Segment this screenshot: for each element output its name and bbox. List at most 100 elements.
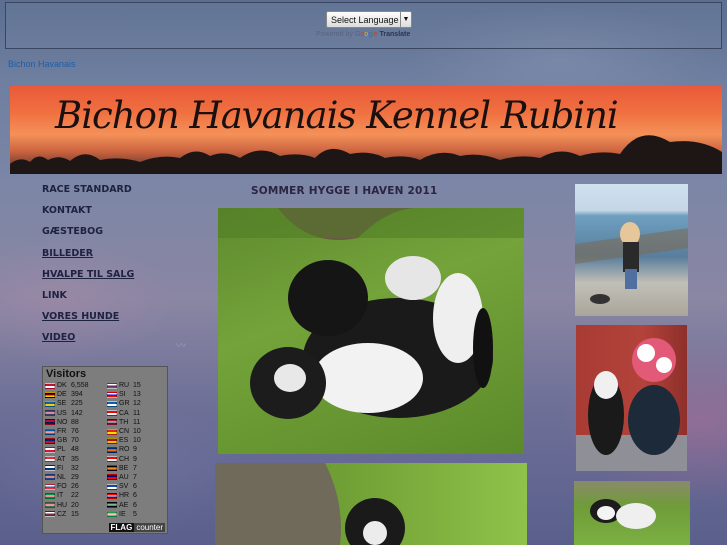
flag-cz-icon	[45, 511, 55, 518]
nav-gaestebog[interactable]: GÆSTEBOG	[42, 226, 134, 247]
visitor-count: 88	[71, 418, 79, 426]
country-code: SE	[57, 400, 67, 408]
flag-se-icon	[45, 400, 55, 407]
flag-ie-icon	[107, 511, 117, 518]
country-code: GR	[119, 400, 130, 408]
tree-puppy-illustration	[215, 463, 405, 545]
photo-dog-flowerpot[interactable]	[576, 325, 687, 471]
visitor-count: 6	[133, 492, 137, 500]
flag-hu-icon	[45, 502, 55, 509]
visitor-count: 12	[133, 400, 141, 408]
counter-row: NL 29	[45, 473, 107, 482]
visitor-count: 22	[71, 492, 79, 500]
visitor-count: 70	[71, 437, 79, 445]
country-code: CH	[119, 455, 130, 463]
counter-row: SI 13	[107, 390, 169, 399]
chevron-down-icon: ▼	[400, 12, 411, 27]
counter-row: PL 48	[45, 445, 107, 454]
flag-ca-icon	[107, 410, 117, 417]
country-code: CZ	[57, 510, 67, 518]
visitor-count: 35	[71, 455, 79, 463]
country-code: PL	[57, 446, 66, 454]
counter-row: AT 35	[45, 455, 107, 464]
nav-video[interactable]: VIDEO	[42, 332, 134, 353]
visitor-flag-counter[interactable]: Visitors DK 6,558 RU 15 DE 394 SI 13 SE 225 GR 12 US…	[42, 366, 168, 534]
flag-ru-icon	[107, 382, 117, 389]
nav-race-standard[interactable]: RACE STANDARD	[42, 184, 134, 205]
country-code: RO	[119, 446, 130, 454]
nav-vores-hunde[interactable]: VORES HUNDE	[42, 311, 134, 332]
counter-row: BE 7	[107, 464, 169, 473]
visitor-count: 10	[133, 437, 141, 445]
visitor-count: 6	[133, 483, 137, 491]
powered-by-google[interactable]: Powered by Google Translate	[316, 31, 410, 38]
country-code: NO	[57, 418, 68, 426]
nav-hvalpe-til-salg[interactable]: HVALPE TIL SALG	[42, 269, 134, 290]
country-code: IT	[57, 492, 64, 500]
translate-text: Translate	[379, 31, 411, 38]
main-nav: RACE STANDARD KONTAKT GÆSTEBOG BILLEDER …	[42, 184, 134, 354]
puppies-illustration	[218, 208, 524, 419]
nav-billeder[interactable]: BILLEDER	[42, 248, 134, 269]
country-code: FI	[57, 464, 64, 472]
wave-decoration: 〰	[176, 341, 186, 352]
flag-nl-icon	[45, 474, 55, 481]
counter-row: AE 6	[107, 500, 169, 509]
visitor-count: 11	[133, 418, 141, 426]
site-home-link[interactable]: Bichon Havanais	[8, 59, 76, 69]
banner-title: Bichon Havanais Kennel Rubini	[55, 94, 619, 137]
visitor-count: 7	[133, 464, 137, 472]
counter-grid: DK 6,558 RU 15 DE 394 SI 13 SE 225 GR 12 US 142 CA 11 NO…	[43, 381, 167, 519]
nav-kontakt[interactable]: KONTAKT	[42, 205, 134, 226]
counter-row: RO 9	[107, 445, 169, 454]
counter-row: AU 7	[107, 473, 169, 482]
flowerpot-illustration	[576, 338, 687, 471]
translate-bar: Select Language ▼ Powered by Google Tran…	[5, 2, 722, 49]
flag-us-icon	[45, 410, 55, 417]
counter-row: IE 5	[107, 510, 169, 519]
counter-row: CZ 15	[45, 510, 107, 519]
counter-row: CA 11	[107, 409, 169, 418]
country-code: FR	[57, 428, 67, 436]
country-code: US	[57, 409, 67, 417]
counter-row: FO 26	[45, 482, 107, 491]
visitor-count: 48	[71, 446, 79, 454]
visitor-count: 20	[71, 501, 79, 509]
country-code: IE	[119, 510, 126, 518]
country-code: ES	[119, 437, 129, 445]
visitor-count: 5	[133, 510, 137, 518]
flag-es-icon	[107, 437, 117, 444]
flag-hr-icon	[107, 492, 117, 499]
country-code: HR	[119, 492, 130, 500]
country-code: DK	[57, 382, 67, 390]
photo-puppies-grass[interactable]	[218, 208, 524, 454]
counter-row: FR 76	[45, 427, 107, 436]
flag-it-icon	[45, 492, 55, 499]
country-code: DE	[57, 391, 67, 399]
counter-row: GR 12	[107, 399, 169, 408]
nav-link[interactable]: LINK	[42, 290, 134, 311]
counter-row: RU 15	[107, 381, 169, 390]
flag-fi-icon	[45, 465, 55, 472]
counter-row: GB 70	[45, 436, 107, 445]
photo-two-dogs[interactable]	[574, 481, 690, 545]
country-code: NL	[57, 473, 66, 481]
google-logo: Google	[354, 31, 378, 38]
visitor-count: 9	[133, 446, 137, 454]
counter-row: TH 11	[107, 418, 169, 427]
beach-illustration	[575, 222, 688, 304]
photo-tree-puppy[interactable]	[215, 463, 527, 545]
visitor-count: 6	[133, 501, 137, 509]
counter-row: DE 394	[45, 390, 107, 399]
country-code: TH	[119, 418, 129, 426]
country-code: AT	[57, 455, 66, 463]
country-code: HU	[57, 501, 68, 509]
flag-th-icon	[107, 419, 117, 426]
photo-beach-woman[interactable]	[575, 184, 688, 316]
visitor-count: 7	[133, 473, 137, 481]
language-select[interactable]: Select Language ▼	[326, 11, 412, 28]
counter-row: CN 10	[107, 427, 169, 436]
counter-row: FI 32	[45, 464, 107, 473]
visitor-count: 32	[71, 464, 79, 472]
flag-dk-icon	[45, 382, 55, 389]
